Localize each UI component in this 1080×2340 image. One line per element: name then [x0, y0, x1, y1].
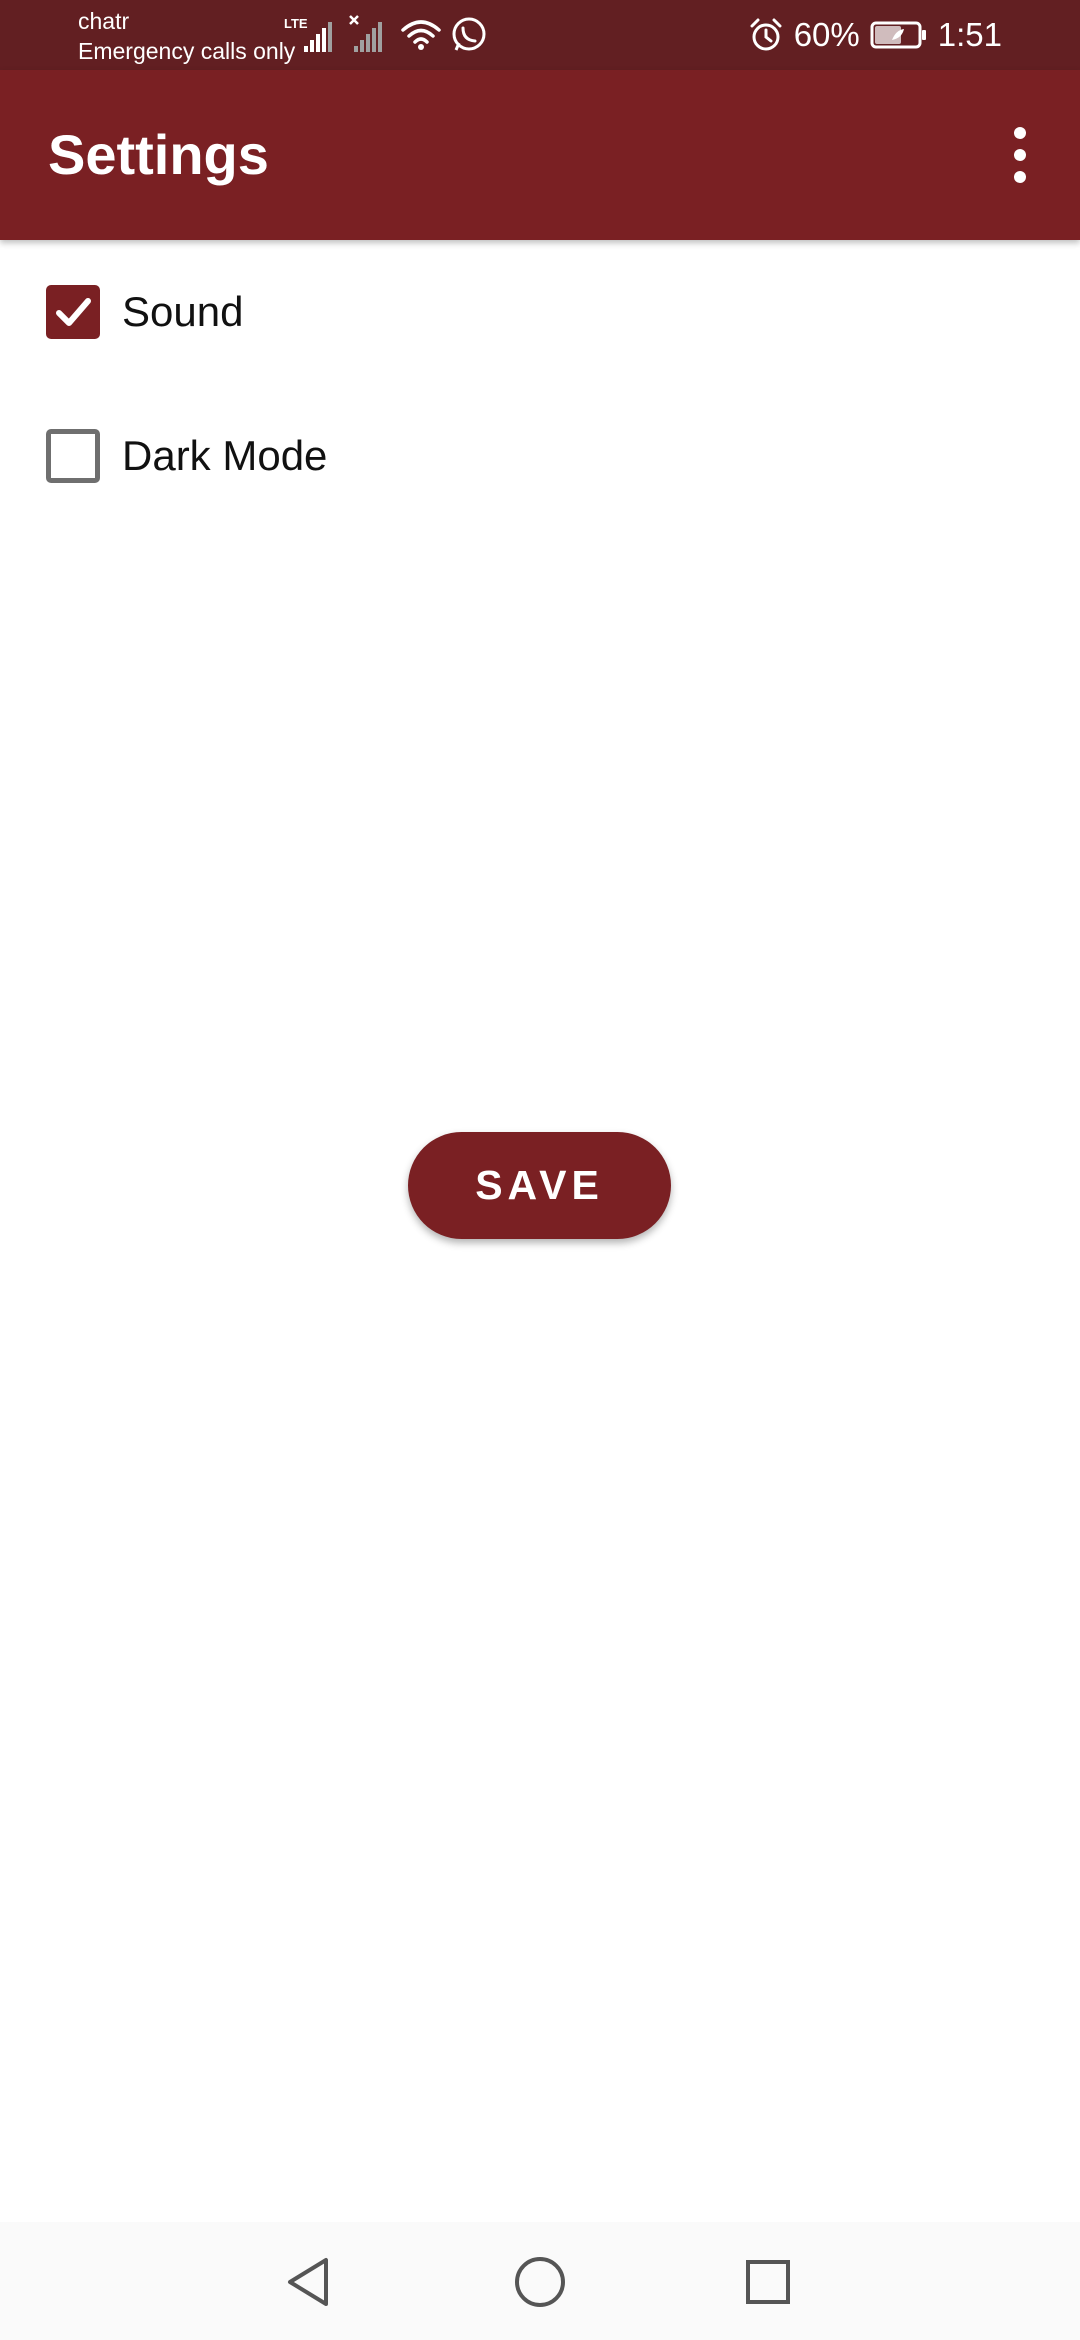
clock-time: 1:51	[937, 16, 1002, 53]
sound-checkbox[interactable]	[46, 285, 100, 339]
recents-icon	[746, 2260, 790, 2304]
status-bar: chatr Emergency calls only LTE 60% 1:51	[0, 0, 1080, 70]
more-vert-icon-dot	[1014, 149, 1026, 161]
dark-mode-label: Dark Mode	[122, 432, 328, 479]
network-type-label: LTE	[284, 16, 308, 31]
wifi-icon	[401, 20, 441, 50]
battery-icon	[870, 20, 928, 50]
home-icon	[515, 2257, 565, 2307]
lte-signal-icon: LTE	[284, 16, 332, 52]
check-icon	[56, 298, 91, 326]
back-icon	[288, 2258, 328, 2306]
recents-button[interactable]	[728, 2242, 808, 2322]
more-vert-icon-dot	[1014, 127, 1026, 139]
back-button[interactable]	[270, 2242, 350, 2322]
battery-percent: 60%	[793, 16, 860, 53]
carrier-status: Emergency calls only	[78, 38, 296, 64]
dark-mode-checkbox-row[interactable]: Dark Mode	[46, 428, 327, 484]
status-icons-left: LTE	[284, 14, 488, 54]
more-vert-icon-dot	[1014, 171, 1026, 183]
home-button[interactable]	[500, 2242, 580, 2322]
more-options-button[interactable]	[980, 115, 1060, 195]
save-button[interactable]: SAVE	[408, 1132, 671, 1239]
app-bar: Settings	[0, 70, 1080, 240]
carrier-info: chatr Emergency calls only	[78, 6, 295, 66]
sound-checkbox-row[interactable]: Sound	[46, 284, 243, 340]
sound-label: Sound	[122, 288, 244, 335]
dark-mode-checkbox[interactable]	[46, 429, 100, 483]
navigation-bar	[0, 2222, 1080, 2340]
page-title: Settings	[48, 123, 269, 186]
no-signal-icon	[349, 15, 382, 52]
carrier-name: chatr	[78, 8, 130, 34]
whatsapp-icon	[452, 17, 486, 51]
status-icons-right: 60% 1:51	[748, 0, 1002, 70]
alarm-icon	[750, 18, 782, 51]
